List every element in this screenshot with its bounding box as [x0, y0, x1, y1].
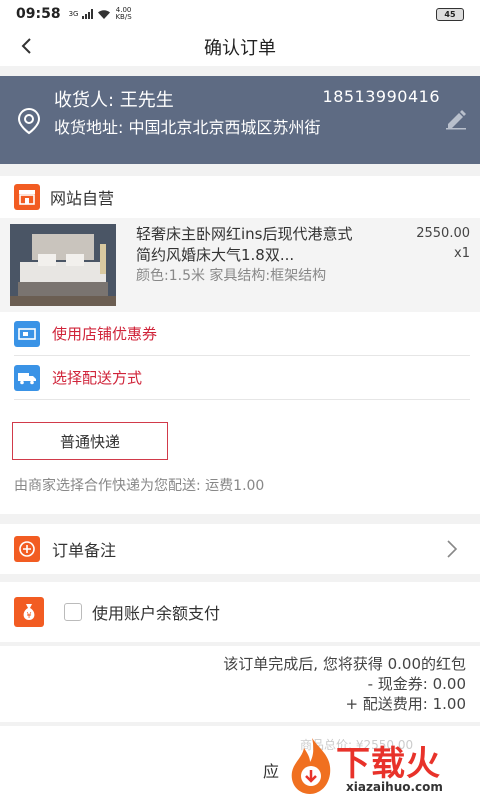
- summary-card: 该订单完成后, 您将获得 0.00的红包 - 现金券: 0.00 + 配送费用:…: [0, 646, 480, 722]
- svg-text:¥: ¥: [26, 611, 31, 620]
- money-bag-icon: ¥: [14, 597, 44, 627]
- balance-checkbox[interactable]: [64, 603, 82, 621]
- shipping-fee-line: + 配送费用: 1.00: [345, 695, 466, 713]
- receiver-phone: 18513990416: [322, 87, 440, 106]
- product-quantity: x1: [454, 246, 470, 261]
- status-bar: 09:58 3G 4.00 KB/S 45: [0, 0, 480, 28]
- watermark-url: xiazaihuo.com: [346, 780, 443, 794]
- page-title: 确认订单: [204, 38, 276, 59]
- shop-header: 网站自营: [0, 176, 480, 218]
- receiver-address: 收货地址: 中国北京北京西城区苏州街: [54, 118, 321, 137]
- balance-label: 使用账户余额支付: [92, 604, 221, 623]
- nav-bar: 确认订单: [0, 28, 480, 66]
- reward-line: 该订单完成后, 您将获得 0.00的红包: [223, 655, 466, 673]
- shipping-method-row[interactable]: 选择配送方式: [14, 356, 470, 400]
- network-speed: 4.00 KB/S: [115, 6, 132, 21]
- shipping-label: 选择配送方式: [52, 369, 143, 387]
- coupon-icon: [14, 320, 40, 347]
- express-note: 由商家选择合作快递为您配送: 运费1.00: [14, 478, 265, 494]
- chevron-left-icon: [21, 38, 31, 54]
- watermark-logo: 下载火 xiazaihuo.com: [284, 734, 474, 798]
- product-image: [10, 224, 116, 306]
- order-remark-label: 订单备注: [52, 541, 117, 560]
- payable-label: 应: [263, 762, 280, 781]
- balance-card: ¥ 使用账户余额支付: [0, 582, 480, 642]
- shop-name: 网站自营: [50, 189, 115, 208]
- store-icon: [14, 184, 40, 210]
- product-item[interactable]: 轻奢床主卧网红ins后现代港意式简约风婚床大气1.8双... 颜色:1.5米 家…: [0, 218, 480, 312]
- coupon-row[interactable]: 使用店铺优惠券: [14, 312, 470, 356]
- order-card: 网站自营 轻奢床主卧网红ins后现代港意式简约风婚床大气1.8双... 颜色:1…: [0, 176, 480, 514]
- back-button[interactable]: [14, 34, 38, 58]
- flame-logo-icon: [291, 738, 331, 794]
- add-icon: [14, 536, 40, 562]
- watermark-logo-text: 下载火: [336, 744, 441, 784]
- signal-icon: [82, 9, 94, 19]
- network-type: 3G: [68, 10, 79, 18]
- delivery-truck-icon: [14, 364, 40, 391]
- battery-icon: 45: [436, 7, 464, 21]
- product-title: 轻奢床主卧网红ins后现代港意式简约风婚床大气1.8双...: [136, 225, 353, 264]
- location-icon: [17, 107, 41, 135]
- balance-row: ¥ 使用账户余额支付: [0, 582, 480, 642]
- summary-section: 该订单完成后, 您将获得 0.00的红包 - 现金券: 0.00 + 配送费用:…: [0, 646, 480, 714]
- express-option-button[interactable]: 普通快递: [12, 422, 168, 460]
- status-time: 09:58: [16, 6, 61, 22]
- wifi-icon: [98, 9, 111, 19]
- coupon-label: 使用店铺优惠券: [52, 325, 158, 343]
- address-card[interactable]: 收货人: 王先生 18513990416 收货地址: 中国北京北京西城区苏州街: [0, 76, 480, 164]
- edit-icon[interactable]: [444, 108, 468, 130]
- order-remark-row[interactable]: 订单备注: [0, 524, 480, 574]
- receiver-name: 收货人: 王先生: [54, 90, 174, 111]
- signal-indicators: 3G 4.00 KB/S: [69, 7, 132, 21]
- product-price: 2550.00: [416, 226, 470, 241]
- product-spec: 颜色:1.5米 家具结构:框架结构: [136, 268, 327, 284]
- chevron-right-icon: [447, 540, 458, 558]
- remark-card[interactable]: 订单备注: [0, 524, 480, 574]
- cash-coupon-line: - 现金券: 0.00: [367, 675, 466, 693]
